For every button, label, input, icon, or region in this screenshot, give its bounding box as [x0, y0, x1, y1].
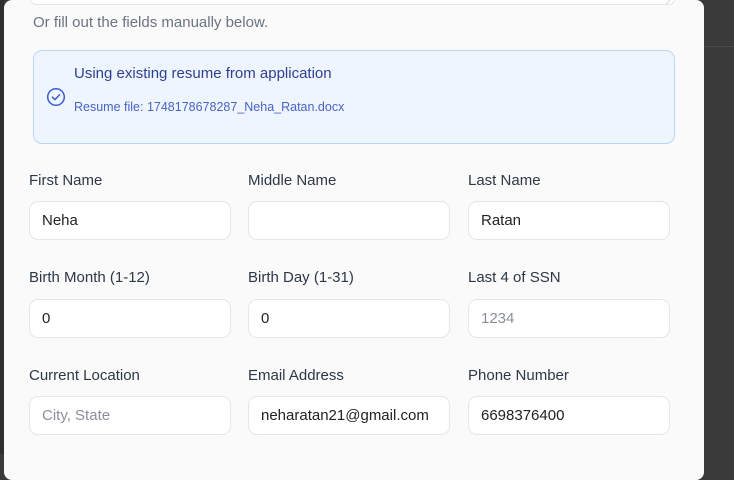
ssn-last4-label: Last 4 of SSN — [468, 269, 561, 286]
phone-label: Phone Number — [468, 367, 569, 384]
email-input[interactable] — [248, 396, 450, 435]
last-name-input[interactable] — [468, 201, 670, 240]
backdrop-divider — [704, 46, 734, 47]
resize-grip-icon[interactable]: ⟋ — [666, 0, 672, 4]
birth-month-input[interactable] — [29, 299, 231, 338]
current-location-input[interactable] — [29, 396, 231, 435]
phone-input[interactable] — [468, 396, 670, 435]
middle-name-input[interactable] — [248, 201, 450, 240]
ssn-last4-input[interactable] — [468, 299, 670, 338]
last-name-label: Last Name — [468, 172, 541, 189]
resume-text-area[interactable]: ⟋ — [30, 0, 675, 5]
birth-day-label: Birth Day (1-31) — [248, 269, 354, 286]
first-name-label: First Name — [29, 172, 103, 189]
current-location-label: Current Location — [29, 367, 140, 384]
manual-fill-hint: Or fill out the fields manually below. — [33, 14, 269, 31]
middle-name-label: Middle Name — [248, 172, 337, 189]
birth-month-label: Birth Month (1-12) — [29, 269, 150, 286]
email-label: Email Address — [248, 367, 344, 384]
resume-notice: Using existing resume from application R… — [33, 50, 675, 144]
resume-file-name: Resume file: 1748178678287_Neha_Ratan.do… — [74, 100, 345, 114]
application-modal: ⟋ Or fill out the fields manually below.… — [4, 0, 704, 480]
first-name-input[interactable] — [29, 201, 231, 240]
check-circle-icon — [46, 87, 66, 107]
resume-notice-title: Using existing resume from application — [74, 65, 332, 82]
birth-day-input[interactable] — [248, 299, 450, 338]
